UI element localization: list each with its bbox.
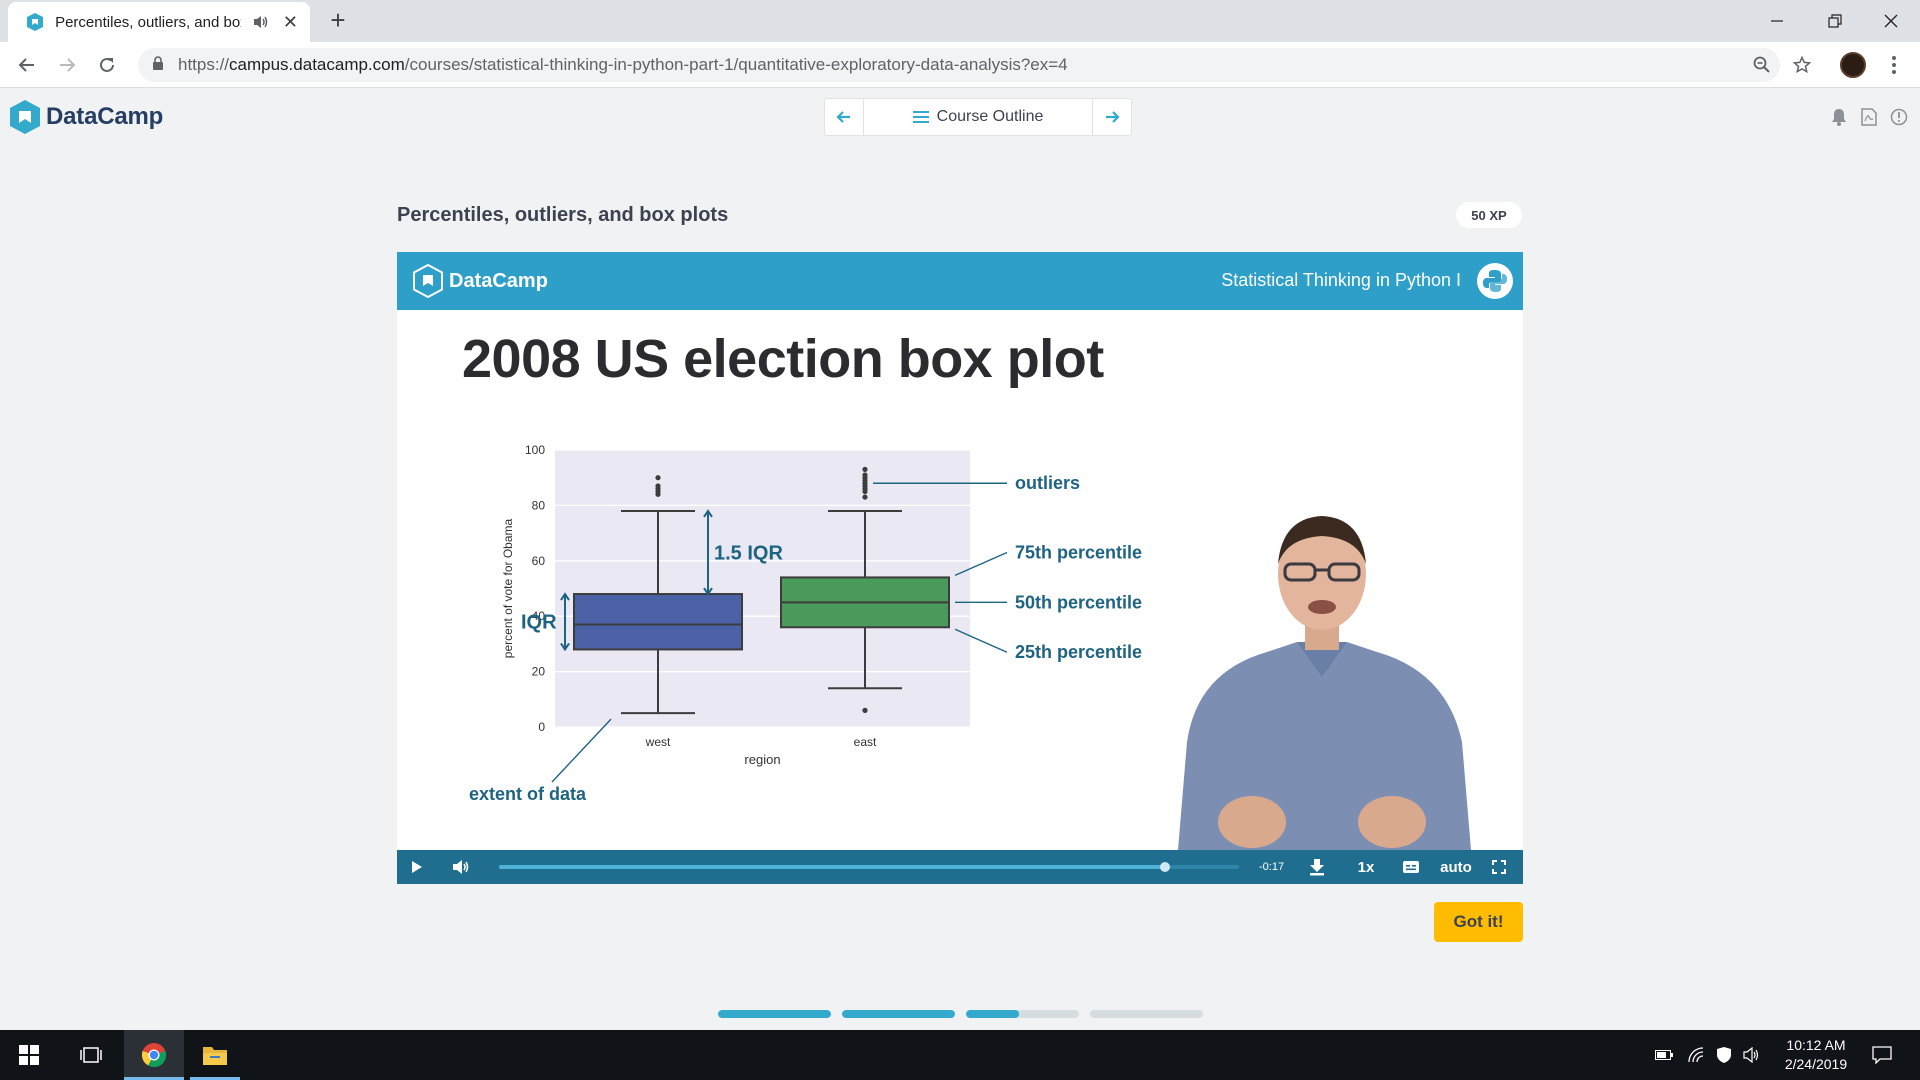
y-tick-label: 100 <box>525 443 545 457</box>
network-icon[interactable] <box>1686 1045 1706 1065</box>
outlier-point <box>862 466 868 472</box>
captions-icon[interactable] <box>1399 850 1423 884</box>
clock-time: 10:12 AM <box>1786 1037 1846 1053</box>
bookmark-star-icon[interactable] <box>1788 51 1816 79</box>
annotation-extent-of-data: extent of data <box>469 784 587 804</box>
exercise-step-1[interactable] <box>718 1010 831 1018</box>
volume-icon[interactable] <box>449 850 473 884</box>
exercise-step-fill <box>966 1010 1020 1018</box>
y-tick-label: 60 <box>532 554 546 568</box>
browser-tab-strip: Percentiles, outliers, and box plots - D… <box>0 0 1920 42</box>
system-clock[interactable]: 10:12 AM 2/24/2019 <box>1770 1036 1862 1074</box>
tab-audio-icon[interactable] <box>253 14 269 30</box>
x-axis-label: region <box>744 752 780 767</box>
playback-speed-label: 1x <box>1357 858 1375 876</box>
outlier-point <box>862 472 868 478</box>
annotation-outliers: outliers <box>1015 473 1080 493</box>
course-outline-nav: Course Outline <box>824 98 1132 136</box>
box-west <box>573 593 743 651</box>
arrow-right-icon <box>1106 111 1120 123</box>
exercise-step-4[interactable] <box>1090 1010 1203 1018</box>
exercise-step-fill <box>842 1010 955 1018</box>
new-tab-button[interactable]: + <box>324 5 352 35</box>
exercise-steps-progress <box>718 1010 1203 1018</box>
exercise-title: Percentiles, outliers, and box plots <box>397 204 729 226</box>
course-outline-button[interactable]: Course Outline <box>863 99 1093 135</box>
quality-button[interactable]: auto <box>1437 850 1475 884</box>
y-tick-label: 80 <box>532 498 546 512</box>
annotation-50th-percentile: 50th percentile <box>1015 592 1142 612</box>
windows-taskbar: 10:12 AM 2/24/2019 <box>0 1030 1920 1080</box>
video-progress-fill <box>499 865 1165 869</box>
video-progress-knob[interactable] <box>1160 862 1170 872</box>
restore-window-button[interactable] <box>1806 0 1864 42</box>
download-icon[interactable] <box>1305 850 1329 884</box>
video-progress-bar[interactable] <box>499 862 1239 872</box>
browser-tab[interactable]: Percentiles, outliers, and box plots - D… <box>8 2 310 42</box>
browser-toolbar: https://campus.datacamp.com/courses/stat… <box>0 42 1920 88</box>
reload-icon[interactable] <box>93 51 121 79</box>
url-text: https://campus.datacamp.com/courses/stat… <box>178 55 1068 74</box>
tab-title: Percentiles, outliers, and box plots - D… <box>55 13 241 31</box>
course-outline-label: Course Outline <box>936 108 1044 125</box>
playback-speed-button[interactable]: 1x <box>1351 850 1381 884</box>
report-issue-icon[interactable] <box>1888 106 1910 128</box>
presenter-video <box>1177 516 1472 862</box>
task-view-icon[interactable] <box>66 1030 116 1080</box>
security-shield-icon[interactable] <box>1714 1045 1734 1065</box>
outlier-point <box>655 475 661 481</box>
play-icon[interactable] <box>405 850 429 884</box>
file-explorer-icon[interactable] <box>190 1030 240 1080</box>
annotation-1-5-iqr: 1.5 IQR <box>714 542 783 564</box>
notification-bell-icon[interactable] <box>1828 106 1850 128</box>
zoom-icon[interactable] <box>1748 51 1776 79</box>
hamburger-icon <box>912 111 929 123</box>
datacamp-logo-icon <box>10 100 40 134</box>
pdf-slides-icon[interactable] <box>1858 106 1880 128</box>
back-arrow-icon[interactable] <box>13 51 41 79</box>
speaker-icon[interactable] <box>1742 1045 1762 1065</box>
forward-arrow-icon[interactable] <box>53 51 81 79</box>
annotation-75th-percentile: 75th percentile <box>1015 542 1142 562</box>
browser-menu-icon[interactable] <box>1882 51 1906 79</box>
datacamp-favicon-icon <box>24 11 45 33</box>
profile-avatar[interactable] <box>1840 52 1866 78</box>
extent-pointer <box>551 718 612 783</box>
lock-icon <box>152 55 164 75</box>
x-tick-label: east <box>854 735 877 749</box>
exercise-step-3[interactable] <box>966 1010 1079 1018</box>
time-remaining: -0:17 <box>1259 861 1285 873</box>
next-exercise-button[interactable] <box>1093 99 1131 135</box>
xp-badge: 50 XP <box>1456 202 1522 228</box>
battery-icon[interactable] <box>1654 1045 1674 1065</box>
x-tick-label: west <box>645 735 671 749</box>
y-axis-label: percent of vote for Obama <box>501 518 515 658</box>
outlier-point <box>862 707 868 713</box>
fullscreen-icon[interactable] <box>1487 850 1511 884</box>
previous-exercise-button[interactable] <box>825 99 863 135</box>
logo-text: DataCamp <box>46 103 164 130</box>
y-tick-label: 0 <box>538 720 545 734</box>
chrome-taskbar-icon[interactable] <box>124 1030 184 1080</box>
exercise-step-2[interactable] <box>842 1010 955 1018</box>
minimize-window-button[interactable] <box>1748 0 1806 42</box>
arrow-left-icon <box>836 111 850 123</box>
close-tab-icon[interactable]: ✕ <box>283 13 298 31</box>
outlier-point <box>655 483 661 489</box>
quality-label: auto <box>1440 858 1472 876</box>
close-window-button[interactable] <box>1862 0 1920 42</box>
clock-date: 2/24/2019 <box>1784 1056 1848 1072</box>
action-center-icon[interactable] <box>1870 1045 1894 1065</box>
got-it-button[interactable]: Got it! <box>1434 902 1523 942</box>
outlier-point <box>862 494 868 500</box>
datacamp-logo[interactable]: DataCamp <box>10 100 163 134</box>
annotation-25th-percentile: 25th percentile <box>1015 642 1142 662</box>
y-tick-label: 20 <box>532 665 546 679</box>
video-player[interactable]: DataCamp Statistical Thinking in Python … <box>397 252 1523 884</box>
windows-start-icon[interactable] <box>0 1030 58 1080</box>
video-controls: -0:17 1x auto <box>397 850 1523 884</box>
exercise-step-fill <box>718 1010 831 1018</box>
annotation-iqr: IQR <box>521 612 557 634</box>
address-bar[interactable]: https://campus.datacamp.com/courses/stat… <box>138 48 1780 82</box>
